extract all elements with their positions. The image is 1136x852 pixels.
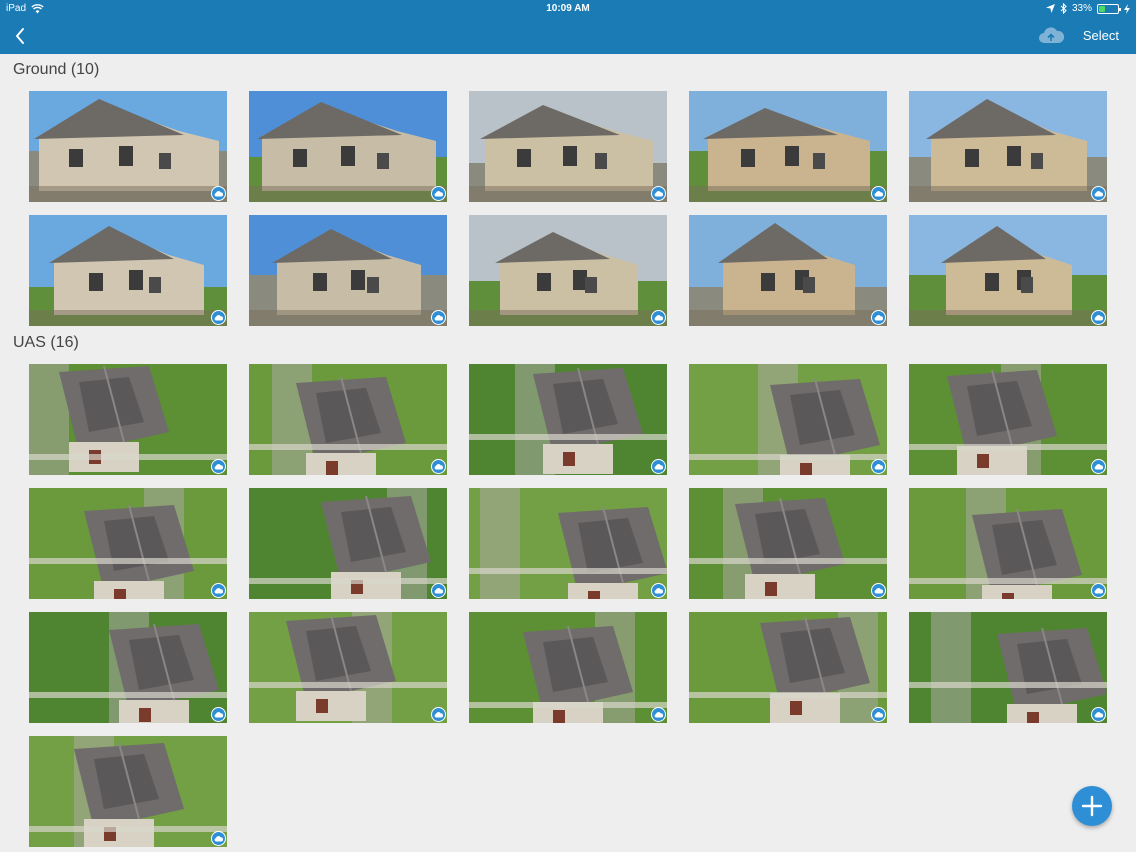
photo-thumbnail[interactable] xyxy=(689,215,887,326)
cloud-synced-icon xyxy=(1091,310,1106,325)
photo-image xyxy=(249,612,447,723)
photo-thumbnail[interactable] xyxy=(469,215,667,326)
cloud-synced-icon xyxy=(871,310,886,325)
photo-image xyxy=(29,364,227,475)
photo-image xyxy=(689,91,887,202)
cloud-synced-icon xyxy=(651,459,666,474)
nav-bar: Select xyxy=(0,18,1136,54)
location-icon xyxy=(1045,4,1055,13)
photo-thumbnail[interactable] xyxy=(689,488,887,599)
section-title-uas: UAS (16) xyxy=(13,334,79,351)
photo-thumbnail[interactable] xyxy=(909,215,1107,326)
photo-thumbnail[interactable] xyxy=(249,91,447,202)
photo-thumbnail[interactable] xyxy=(29,488,227,599)
photo-thumbnail[interactable] xyxy=(909,91,1107,202)
photo-image xyxy=(249,91,447,202)
photo-image xyxy=(909,364,1107,475)
photo-image xyxy=(909,215,1107,326)
cloud-synced-icon xyxy=(871,459,886,474)
cloud-synced-icon xyxy=(431,186,446,201)
cloud-synced-icon xyxy=(211,831,226,846)
cloud-synced-icon xyxy=(651,707,666,722)
cloud-synced-icon xyxy=(651,186,666,201)
back-button[interactable] xyxy=(10,25,32,47)
photo-thumbnail[interactable] xyxy=(249,488,447,599)
battery-percent: 33% xyxy=(1071,3,1092,14)
photo-image xyxy=(29,91,227,202)
status-bar: iPad 10:09 AM 33% xyxy=(0,0,1136,18)
cloud-synced-icon xyxy=(871,186,886,201)
photo-image xyxy=(909,488,1107,599)
photo-thumbnail[interactable] xyxy=(249,215,447,326)
photo-image xyxy=(29,488,227,599)
select-button[interactable]: Select xyxy=(1083,28,1119,43)
photo-image xyxy=(29,736,227,847)
cloud-synced-icon xyxy=(651,583,666,598)
photo-thumbnail[interactable] xyxy=(909,488,1107,599)
cloud-synced-icon xyxy=(431,310,446,325)
photo-image xyxy=(689,612,887,723)
photo-thumbnail[interactable] xyxy=(29,612,227,723)
photo-image xyxy=(689,364,887,475)
cloud-synced-icon xyxy=(431,707,446,722)
photo-image xyxy=(469,488,667,599)
photo-thumbnail[interactable] xyxy=(689,364,887,475)
photo-thumbnail[interactable] xyxy=(469,91,667,202)
chevron-left-icon xyxy=(16,28,24,44)
charging-icon xyxy=(1124,3,1130,14)
plus-icon xyxy=(1081,795,1103,817)
photo-thumbnail[interactable] xyxy=(469,488,667,599)
cloud-synced-icon xyxy=(1091,186,1106,201)
cloud-synced-icon xyxy=(871,583,886,598)
photo-thumbnail[interactable] xyxy=(689,612,887,723)
photo-thumbnail[interactable] xyxy=(909,612,1107,723)
photo-image xyxy=(909,91,1107,202)
cloud-synced-icon xyxy=(1091,707,1106,722)
photo-thumbnail[interactable] xyxy=(689,91,887,202)
photo-thumbnail[interactable] xyxy=(469,612,667,723)
photo-thumbnail[interactable] xyxy=(249,612,447,723)
cloud-synced-icon xyxy=(431,459,446,474)
photo-thumbnail[interactable] xyxy=(29,215,227,326)
cloud-synced-icon xyxy=(211,310,226,325)
battery-icon xyxy=(1097,3,1121,14)
photo-image xyxy=(29,215,227,326)
cloud-synced-icon xyxy=(651,310,666,325)
photo-image xyxy=(249,364,447,475)
cloud-synced-icon xyxy=(211,583,226,598)
cloud-synced-icon xyxy=(1091,583,1106,598)
cloud-synced-icon xyxy=(871,707,886,722)
photo-thumbnail[interactable] xyxy=(249,364,447,475)
add-photo-button[interactable] xyxy=(1072,786,1112,826)
photo-thumbnail[interactable] xyxy=(29,364,227,475)
status-time: 10:09 AM xyxy=(546,3,590,14)
cloud-synced-icon xyxy=(1091,459,1106,474)
photo-image xyxy=(689,488,887,599)
cloud-synced-icon xyxy=(211,186,226,201)
cloud-synced-icon xyxy=(211,459,226,474)
photo-thumbnail[interactable] xyxy=(909,364,1107,475)
cloud-synced-icon xyxy=(211,707,226,722)
cloud-synced-icon xyxy=(431,583,446,598)
photo-image xyxy=(689,215,887,326)
photo-image xyxy=(469,612,667,723)
photo-image xyxy=(469,364,667,475)
photo-thumbnail[interactable] xyxy=(469,364,667,475)
section-title-ground: Ground (10) xyxy=(13,61,100,78)
photo-image xyxy=(469,215,667,326)
photo-image xyxy=(29,612,227,723)
photo-image xyxy=(909,612,1107,723)
photo-image xyxy=(469,91,667,202)
photo-image xyxy=(249,215,447,326)
photo-thumbnail[interactable] xyxy=(29,736,227,847)
photo-thumbnail[interactable] xyxy=(29,91,227,202)
photo-image xyxy=(249,488,447,599)
cloud-upload-icon[interactable] xyxy=(1037,26,1065,46)
bluetooth-icon xyxy=(1060,3,1067,14)
